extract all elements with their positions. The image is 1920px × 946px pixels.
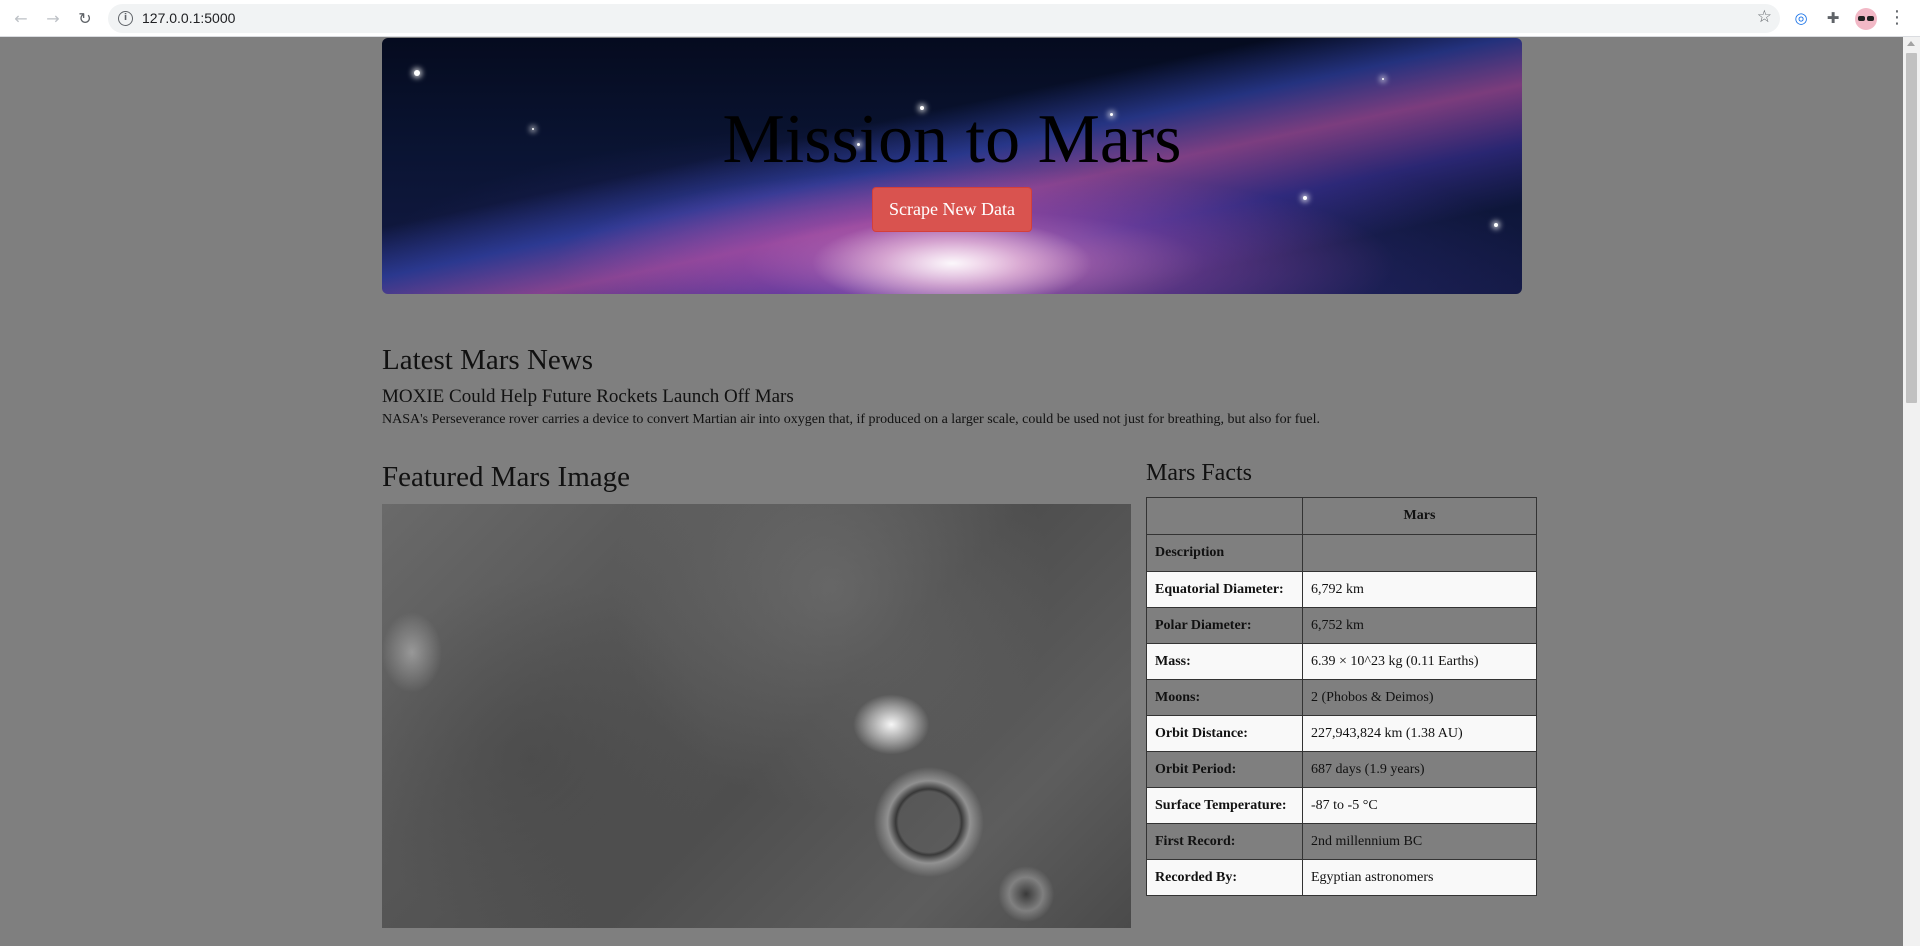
table-row: Mass: 6.39 × 10^23 kg (0.11 Earths) [1146,643,1537,680]
url-text[interactable]: 127.0.0.1:5000 [142,10,235,26]
browser-toolbar: ← → ↻ i 127.0.0.1:5000 ☆ ◎ ✚ ⋮ [0,0,1920,37]
back-arrow-icon[interactable]: ← [11,8,31,28]
table-row: Orbit Distance: 227,943,824 km (1.38 AU) [1146,715,1537,752]
table-row: Polar Diameter: 6,752 km [1146,607,1537,644]
star-decoration [1303,196,1307,200]
scroll-up-icon[interactable] [1907,41,1915,46]
puzzle-icon[interactable]: ✚ [1823,8,1843,28]
forward-arrow-icon[interactable]: → [43,8,63,28]
page-title: Mission to Mars [722,101,1182,178]
row-label: Equatorial Diameter: [1146,571,1303,608]
hero-banner: Mission to Mars Scrape New Data [382,38,1522,294]
reload-icon[interactable]: ↻ [75,8,95,28]
info-icon[interactable]: i [118,11,133,26]
table-index-row: Description [1146,534,1537,572]
row-label: Orbit Distance: [1146,715,1303,752]
column-header: Mars [1302,497,1537,535]
featured-mars-image [382,504,1131,928]
row-label: Surface Temperature: [1146,787,1303,824]
mars-facts-table: Mars Description Equatorial Diameter: 6,… [1146,497,1537,896]
table-row: First Record: 2nd millennium BC [1146,823,1537,860]
row-value: 227,943,824 km (1.38 AU) [1302,715,1537,752]
row-value: 2nd millennium BC [1302,823,1537,860]
table-header-row: Mars [1146,497,1537,535]
page-scrollbar[interactable] [1903,37,1920,946]
featured-image-heading: Featured Mars Image [382,461,631,493]
news-heading: Latest Mars News [382,344,594,376]
star-decoration [414,70,420,76]
table-row: Recorded By: Egyptian astronomers [1146,859,1537,896]
row-label: First Record: [1146,823,1303,860]
row-value: 6,752 km [1302,607,1537,644]
table-row: Surface Temperature: -87 to -5 °C [1146,787,1537,824]
scrollbar-thumb[interactable] [1906,53,1917,403]
row-value: Egyptian astronomers [1302,859,1537,896]
bookmark-star-icon[interactable]: ☆ [1757,7,1772,27]
news-paragraph: NASA's Perseverance rover carries a devi… [382,412,1320,427]
row-label: Polar Diameter: [1146,607,1303,644]
menu-dots-icon[interactable]: ⋮ [1888,6,1906,30]
facts-heading: Mars Facts [1146,460,1252,486]
table-row: Equatorial Diameter: 6,792 km [1146,571,1537,608]
row-value: -87 to -5 °C [1302,787,1537,824]
row-value: 6.39 × 10^23 kg (0.11 Earths) [1302,643,1537,680]
index-header: Description [1146,534,1303,572]
scrape-new-data-button[interactable]: Scrape New Data [872,187,1032,232]
row-value: 6,792 km [1302,571,1537,608]
row-value: 2 (Phobos & Deimos) [1302,679,1537,716]
profile-avatar[interactable] [1855,8,1877,30]
address-bar[interactable]: i 127.0.0.1:5000 ☆ [108,4,1780,33]
star-decoration [1494,223,1498,227]
row-label: Moons: [1146,679,1303,716]
row-value: 687 days (1.9 years) [1302,751,1537,788]
table-row: Moons: 2 (Phobos & Deimos) [1146,679,1537,716]
table-corner-cell [1146,497,1303,535]
star-decoration [1382,78,1384,80]
table-row: Orbit Period: 687 days (1.9 years) [1146,751,1537,788]
row-label: Orbit Period: [1146,751,1303,788]
index-header-empty [1302,534,1537,572]
row-label: Mass: [1146,643,1303,680]
news-title: MOXIE Could Help Future Rockets Launch O… [382,386,794,407]
row-label: Recorded By: [1146,859,1303,896]
extension-icon[interactable]: ◎ [1791,8,1811,28]
